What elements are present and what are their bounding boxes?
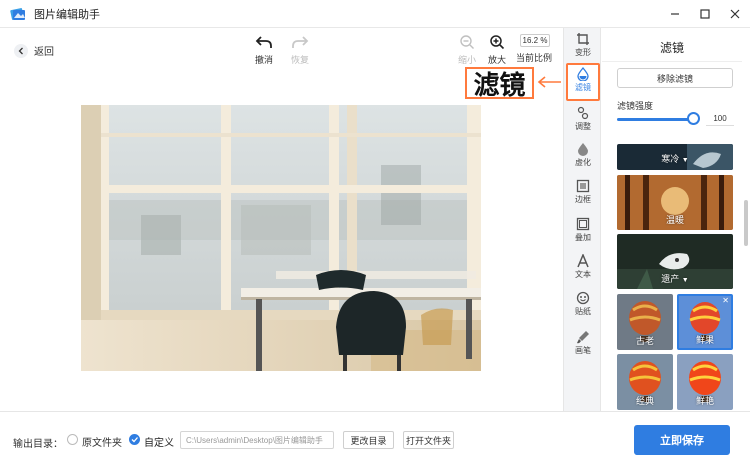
filter-label: 鲜艳 <box>695 396 714 406</box>
sidebar-item-text[interactable]: 文本 <box>564 254 602 280</box>
minimize-icon <box>671 13 679 15</box>
maximize-button[interactable] <box>690 0 720 28</box>
sidebar-item-blur[interactable]: 虚化 <box>564 142 602 168</box>
filter-label: 鲜果 <box>695 335 714 345</box>
app-title: 图片编辑助手 <box>34 8 100 21</box>
sidebar-item-transform[interactable]: 变形 <box>564 32 602 58</box>
undo-label: 撤消 <box>254 55 273 65</box>
filter-label: 经典 <box>635 396 654 406</box>
zoom-ratio-label: 当前比例 <box>516 53 553 63</box>
zoom-in-button[interactable]: 放大 <box>480 33 514 66</box>
zoom-out-button[interactable]: 缩小 <box>450 33 484 66</box>
check-icon <box>131 437 138 443</box>
filter-strength-slider-handle[interactable] <box>687 112 700 125</box>
sidebar-item-adjust[interactable]: 调整 <box>564 106 602 132</box>
callout-arrow-icon <box>537 76 561 88</box>
photo-preview <box>81 105 481 371</box>
brush-icon <box>576 330 590 344</box>
filter-label: 寒冷 <box>661 154 680 164</box>
sticker-icon <box>576 291 590 305</box>
redo-button[interactable]: 恢复 <box>283 33 317 66</box>
sidebar-item-label: 画笔 <box>575 346 591 355</box>
save-now-button[interactable]: 立即保存 <box>634 425 730 455</box>
sidebar-item-sticker[interactable]: 贴纸 <box>564 291 602 317</box>
filter-thumb-warm[interactable]: 温暖 <box>617 175 733 230</box>
redo-icon <box>291 33 309 51</box>
sidebar-item-overlay[interactable]: 叠加 <box>564 217 602 243</box>
filter-thumb-heritage[interactable]: 遗产 ▼ <box>617 234 733 289</box>
sidebar-item-frame[interactable]: 边框 <box>564 179 602 205</box>
close-icon[interactable]: ✕ <box>722 296 729 305</box>
panel-scrollbar[interactable] <box>744 200 748 246</box>
remove-filter-button[interactable]: 移除滤镜 <box>617 68 733 88</box>
sidebar-item-label: 虚化 <box>575 158 591 167</box>
redo-label: 恢复 <box>290 55 309 65</box>
minimize-button[interactable] <box>660 0 690 28</box>
output-path-input[interactable]: C:\Users\admin\Desktop\图片编辑助手 <box>180 431 334 449</box>
panel-divider <box>602 61 742 62</box>
sidebar-item-label: 滤镜 <box>575 83 591 92</box>
radio-original-folder[interactable] <box>67 434 78 445</box>
bottom-bar: 输出目录： 原文件夹 自定义 C:\Users\admin\Desktop\图片… <box>0 411 750 465</box>
panel-title: 滤镜 <box>659 41 684 55</box>
blur-drop-icon <box>576 142 590 156</box>
filter-callout-label: 滤镜 <box>465 67 534 101</box>
adjust-icon <box>576 106 590 120</box>
app-logo-icon <box>10 7 25 20</box>
sidebar-item-label: 叠加 <box>575 233 591 242</box>
filter-thumb-cold[interactable]: 寒冷 ▼ <box>617 144 733 170</box>
tool-icon-bar: 变形 滤镜 调整 虚化 边框 叠加 文本 贴纸 画笔 <box>563 28 601 411</box>
chevron-left-icon <box>14 43 28 58</box>
frame-icon <box>576 179 590 193</box>
chevron-down-icon: ▼ <box>681 157 689 164</box>
radio-original-folder-label: 原文件夹 <box>82 438 122 449</box>
change-dir-button[interactable]: 更改目录 <box>343 431 394 449</box>
back-button[interactable]: 返回 <box>14 43 54 58</box>
sidebar-item-label: 变形 <box>575 48 591 57</box>
zoom-out-icon <box>459 33 475 51</box>
chevron-down-icon: ▼ <box>681 277 689 284</box>
zoom-value-field[interactable]: 16.2 % <box>520 34 550 47</box>
close-icon <box>730 9 740 19</box>
sidebar-item-brush[interactable]: 画笔 <box>564 330 602 356</box>
sidebar-item-label: 贴纸 <box>575 307 591 316</box>
undo-icon <box>255 33 273 51</box>
filter-thumb-ancient[interactable]: 古老 <box>617 294 673 350</box>
maximize-icon <box>700 9 710 19</box>
zoom-in-icon <box>489 33 505 51</box>
text-icon <box>576 254 590 268</box>
filter-strength-slider-track[interactable] <box>617 118 694 121</box>
sidebar-item-label: 边框 <box>575 195 591 204</box>
filter-thumb-fresh[interactable]: 鲜果 ✕ <box>677 294 733 350</box>
sidebar-item-label: 调整 <box>575 122 591 131</box>
crop-icon <box>576 32 590 46</box>
filter-label: 遗产 <box>661 274 680 284</box>
filter-strength-label: 滤镜强度 <box>617 101 654 111</box>
sidebar-item-filter[interactable]: 滤镜 <box>566 63 600 101</box>
back-label: 返回 <box>34 47 54 58</box>
open-folder-button[interactable]: 打开文件夹 <box>403 431 454 449</box>
filter-strength-value[interactable]: 100 <box>706 112 734 126</box>
filter-label: 温暖 <box>665 215 684 225</box>
sidebar-item-label: 文本 <box>575 270 591 279</box>
filter-thumb-vivid[interactable]: 鲜艳 <box>677 354 733 410</box>
radio-custom-folder[interactable] <box>129 434 140 445</box>
radio-custom-folder-label: 自定义 <box>144 438 174 449</box>
filter-thumb-classic[interactable]: 经典 <box>617 354 673 410</box>
title-bar: 图片编辑助手 <box>0 0 750 28</box>
image-canvas[interactable] <box>81 105 481 371</box>
filter-label: 古老 <box>635 336 654 346</box>
filter-icon <box>576 67 590 81</box>
undo-button[interactable]: 撤消 <box>247 33 281 66</box>
overlay-icon <box>576 217 590 231</box>
filter-panel: 滤镜 移除滤镜 滤镜强度 100 寒冷 ▼ 温暖 遗产 ▼ 古老 鲜果 ✕ 经典… <box>602 28 750 411</box>
output-dir-label: 输出目录： <box>13 439 63 450</box>
close-button[interactable] <box>720 0 750 28</box>
